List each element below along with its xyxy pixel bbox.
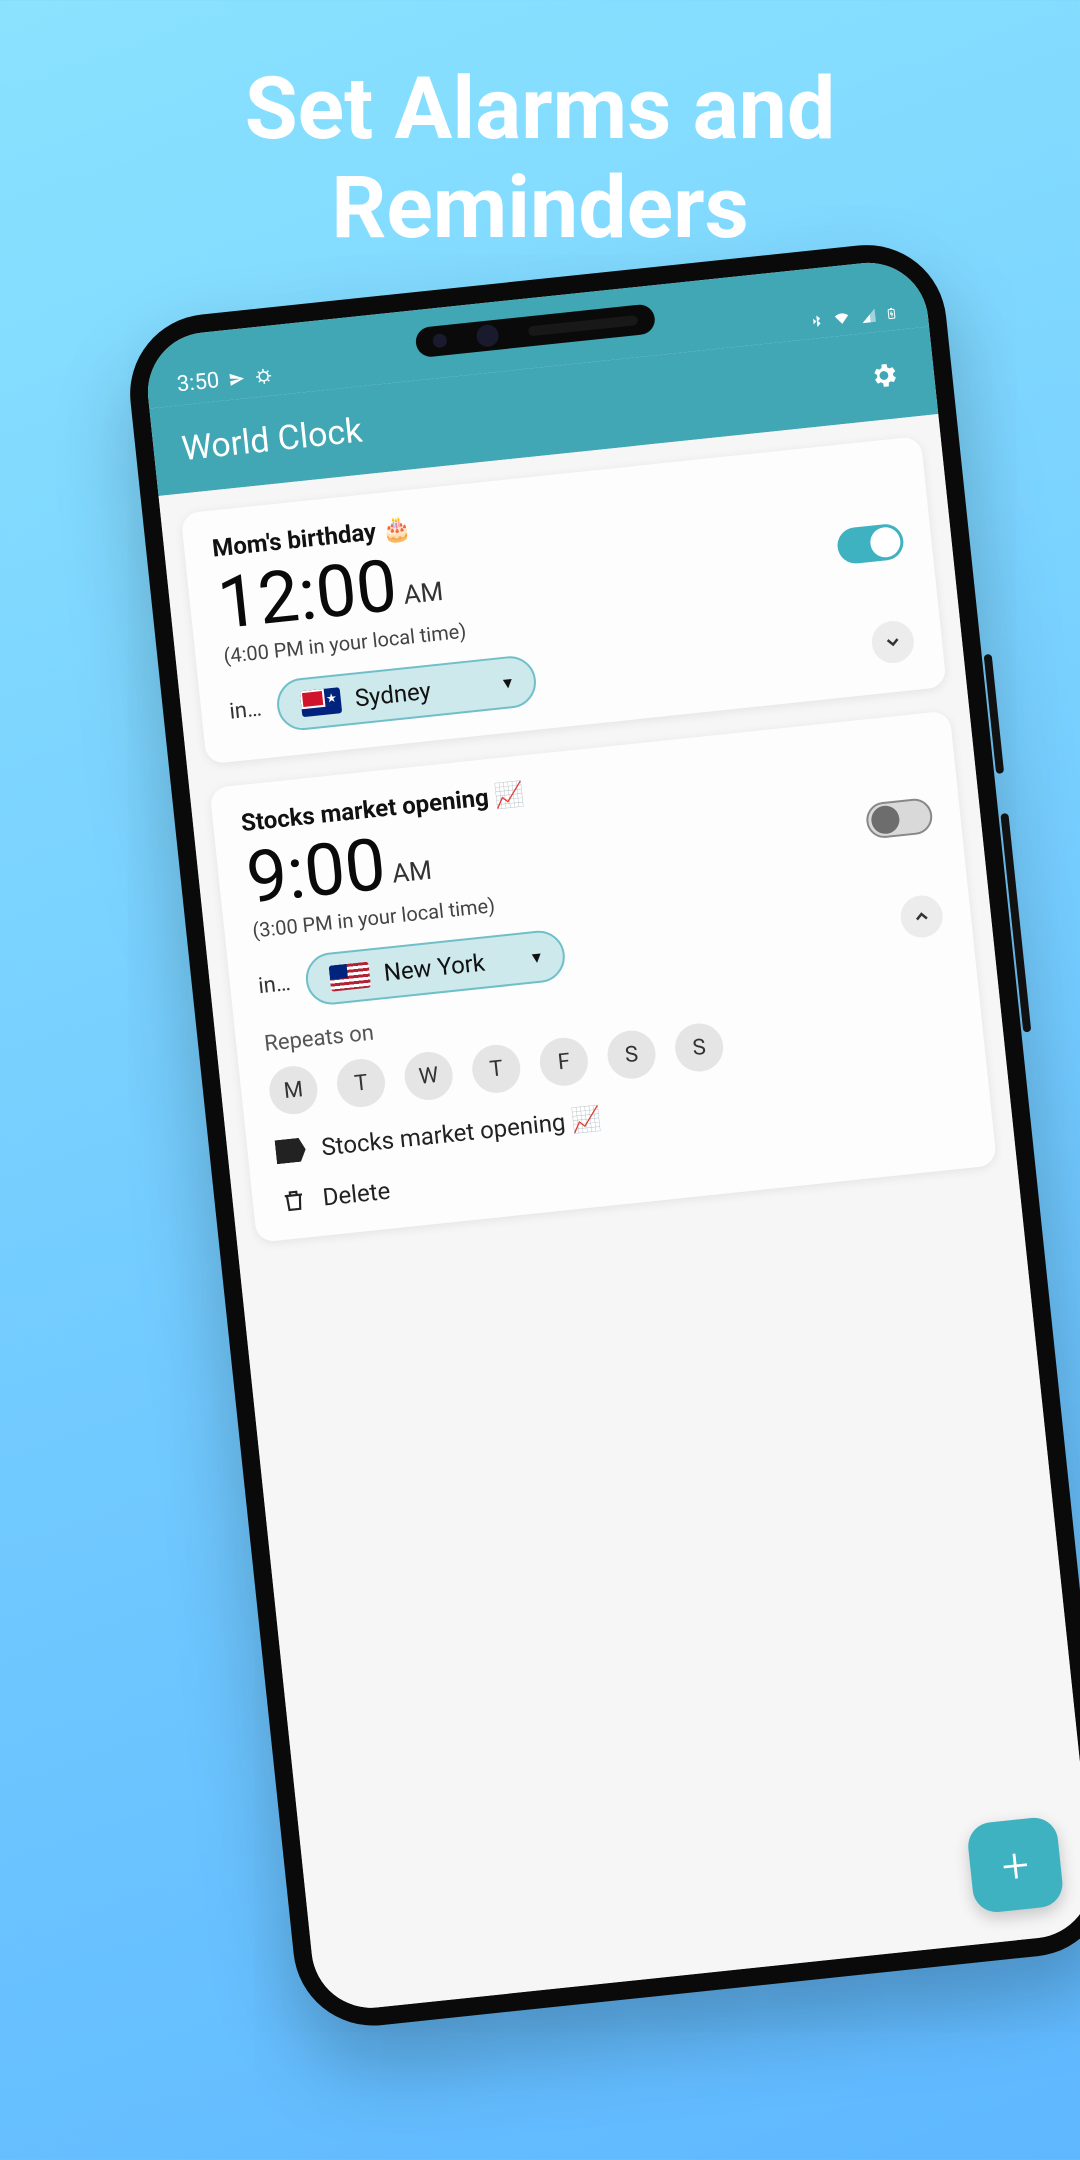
- flag-icon: [300, 687, 342, 717]
- alarm-card: Stocks market opening 📈 9:00 AM (3:00 PM…: [209, 711, 997, 1243]
- alarm-toggle[interactable]: [865, 797, 934, 840]
- front-camera-icon: [476, 324, 500, 348]
- alarm-time: 12:00: [214, 550, 400, 640]
- alarm-ampm: AM: [402, 577, 446, 621]
- settings-sync-icon: [254, 366, 274, 386]
- status-right: [809, 304, 898, 331]
- alarm-card: Mom's birthday 🎂 12:00 AM (4:00 PM in yo…: [181, 436, 947, 764]
- add-alarm-fab[interactable]: +: [966, 1815, 1065, 1914]
- expand-card-button[interactable]: [870, 619, 916, 665]
- dropdown-caret-icon: ▾: [531, 946, 542, 968]
- collapse-card-button[interactable]: [899, 893, 945, 939]
- plus-icon: +: [999, 1835, 1032, 1895]
- dropdown-caret-icon: ▾: [502, 672, 513, 694]
- signal-icon: [859, 307, 879, 325]
- in-label: in…: [257, 970, 292, 998]
- tag-icon: [275, 1137, 307, 1164]
- day-toggle-mon[interactable]: M: [267, 1064, 320, 1117]
- day-toggle-sat[interactable]: S: [605, 1028, 658, 1081]
- wifi-icon: [831, 310, 853, 328]
- day-toggle-wed[interactable]: W: [402, 1050, 455, 1103]
- status-left: 3:50: [176, 362, 275, 397]
- battery-icon: [885, 304, 899, 323]
- day-toggle-fri[interactable]: F: [538, 1035, 591, 1088]
- in-label: in…: [228, 696, 263, 724]
- alarm-toggle[interactable]: [836, 523, 905, 566]
- alarm-ampm: AM: [391, 856, 435, 900]
- alarm-label-text: Stocks market opening 📈: [320, 1104, 602, 1161]
- gear-icon: [867, 359, 900, 392]
- sensor-dot-icon: [432, 333, 447, 348]
- city-selector[interactable]: Sydney ▾: [275, 654, 539, 733]
- city-name: New York: [382, 949, 486, 987]
- alarm-time: 9:00: [243, 829, 389, 915]
- city-selector[interactable]: New York ▾: [304, 928, 568, 1007]
- city-name: Sydney: [354, 677, 433, 713]
- speaker-slit-icon: [528, 315, 638, 336]
- bluetooth-icon: [809, 312, 825, 331]
- phone-screen: 3:50: [142, 257, 1080, 2014]
- day-toggle-tue[interactable]: T: [335, 1057, 388, 1110]
- day-toggle-sun[interactable]: S: [673, 1021, 726, 1074]
- phone-device-frame: 3:50: [122, 237, 1080, 2033]
- location-icon: [228, 370, 246, 388]
- phone-side-button: [1000, 813, 1031, 1033]
- promo-heading: Set Alarms and Reminders: [0, 0, 1080, 298]
- chevron-down-icon: [882, 631, 904, 653]
- alarm-list: Mom's birthday 🎂 12:00 AM (4:00 PM in yo…: [159, 414, 1080, 2014]
- day-toggle-thu[interactable]: T: [470, 1042, 523, 1095]
- phone-side-button: [984, 654, 1004, 774]
- settings-button[interactable]: [860, 351, 908, 399]
- flag-icon: [329, 962, 371, 992]
- delete-label: Delete: [321, 1177, 391, 1212]
- status-time: 3:50: [176, 368, 221, 397]
- chevron-up-icon: [911, 906, 933, 928]
- trash-icon: [280, 1186, 309, 1215]
